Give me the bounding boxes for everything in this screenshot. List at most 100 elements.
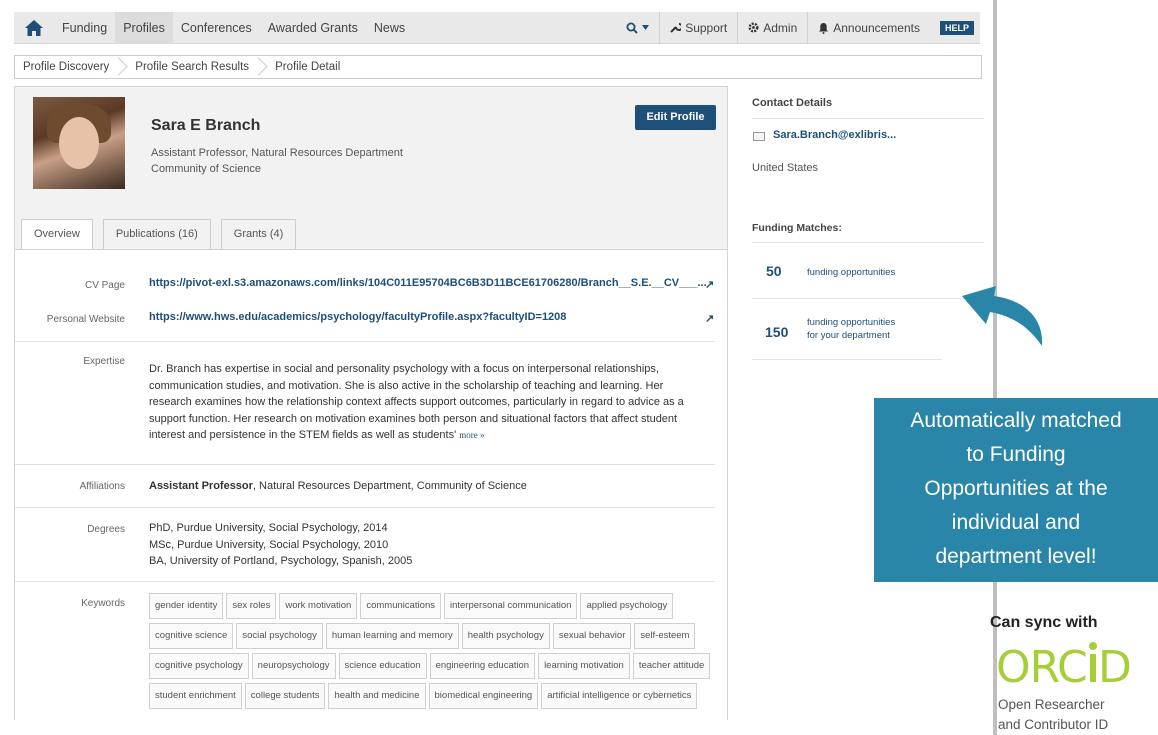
external-link-icon[interactable]: ↗ [705,312,714,325]
keyword-tag[interactable]: artificial intelligence or cybernetics [541,683,698,709]
breadcrumb-profile-search-results[interactable]: Profile Search Results [127,56,257,78]
home-icon[interactable] [14,12,54,44]
keyword-tag[interactable]: interpersonal communication [443,593,578,619]
keyword-tag[interactable]: cognitive science [149,623,234,649]
overview-content: CV Page https://pivot-exl.s3.amazonaws.c… [15,249,727,609]
admin-label: Admin [763,20,798,35]
tab-publications[interactable]: Publications (16) [102,219,211,249]
tab-overview[interactable]: Overview [21,219,93,250]
callout-line: to Funding [966,443,1066,466]
breadcrumb-profile-detail: Profile Detail [275,61,341,73]
cv-link[interactable]: https://pivot-exl.s3.amazonaws.com/links… [149,277,707,289]
match-text-department[interactable]: funding opportunities for your departmen… [807,316,895,342]
search-menu[interactable] [616,12,659,44]
keyword-tag[interactable]: biomedical engineering [428,683,539,709]
divider [752,242,984,243]
match-text-individual[interactable]: funding opportunities [807,266,895,279]
degrees-list: PhD, Purdue University, Social Psycholog… [149,520,699,570]
keyword-row: student enrichment college students heal… [149,683,717,709]
orcid-subtitle-line: Open Researcher [998,697,1105,712]
degrees-label: Degrees [87,524,125,535]
affiliation-text: Assistant Professor, Natural Resources D… [149,478,699,495]
keyword-tag[interactable]: social psychology [236,623,323,649]
nav-funding[interactable]: Funding [54,12,115,44]
expertise-line: research examines how the relationship c… [149,396,684,408]
match-text-line: funding opportunities [807,317,896,328]
bell-icon [819,22,829,34]
keyword-tag[interactable]: health and medicine [328,683,426,709]
affiliation-rest: , Natural Resources Department, Communit… [252,480,527,492]
nav-profiles[interactable]: Profiles [115,11,173,44]
orcid-subtitle-line: and Contributor ID [998,717,1109,732]
profile-panel: Sara E Branch Assistant Professor, Natur… [14,86,728,720]
support-link[interactable]: Support [659,11,737,44]
profile-subtitle: Assistant Professor, Natural Resources D… [151,145,403,177]
keyword-tag[interactable]: college students [244,683,326,709]
callout-line: Automatically matched [910,409,1122,432]
gear-icon [748,22,759,33]
nav-conferences[interactable]: Conferences [173,12,260,44]
edit-profile-button[interactable]: Edit Profile [635,105,716,130]
keyword-tag[interactable]: self-esteem [634,623,696,649]
profile-organization: Community of Science [151,163,262,175]
profile-header: Sara E Branch Assistant Professor, Natur… [15,87,727,250]
affiliation-title: Assistant Professor [149,480,253,492]
keyword-tag[interactable]: sex roles [226,593,277,619]
nav-news[interactable]: News [366,12,413,44]
match-count-department[interactable]: 150 [765,324,788,340]
external-link-icon[interactable]: ↗ [705,278,714,291]
orcid-subtitle: Open Researcher and Contributor ID [998,695,1108,735]
keyword-tag[interactable]: science education [338,653,427,679]
breadcrumb-profile-discovery[interactable]: Profile Discovery [15,56,117,78]
affiliations-label: Affiliations [79,481,125,492]
match-text-line: for your department [807,330,890,341]
tab-grants[interactable]: Grants (4) [220,219,297,249]
top-navigation: Funding Profiles Conferences Awarded Gra… [14,11,980,44]
help-button[interactable]: HELP [939,20,974,35]
chevron-down-icon [642,25,650,30]
profile-tabs: Overview Publications (16) Grants (4) [21,216,297,250]
keyword-tag[interactable]: sexual behavior [552,623,632,649]
expertise-text: Dr. Branch has expertise in social and p… [149,361,699,444]
expertise-line: support function. Her research on motiva… [149,412,678,425]
keyword-tag[interactable]: communications [360,593,441,619]
keyword-tag[interactable]: applied psychology [580,593,674,619]
svg-text:ORC: ORC [996,642,1087,690]
nav-awarded-grants[interactable]: Awarded Grants [260,12,366,44]
avatar [33,97,125,189]
keyword-tag[interactable]: neuropsychology [251,653,336,679]
keyword-row: cognitive science social psychology huma… [149,623,717,649]
avatar-face [59,117,99,169]
keyword-tag[interactable]: work motivation [279,593,358,619]
keyword-tag[interactable]: health psychology [461,623,550,649]
degree-item: MSc, Purdue University, Social Psycholog… [149,538,389,551]
profile-name: Sara E Branch [151,117,261,134]
keyword-tag[interactable]: teacher attitude [632,653,711,679]
divider [15,581,715,582]
breadcrumb-separator [257,56,267,78]
expertise-label: Expertise [83,356,125,367]
keyword-tag[interactable]: gender identity [149,593,224,619]
keyword-tag[interactable]: engineering education [429,653,536,679]
callout-line: individual and [951,511,1081,534]
website-label: Personal Website [46,314,125,325]
callout-line: Opportunities at the [924,477,1108,500]
country-text: United States [752,162,819,174]
curved-arrow-icon [962,286,1043,346]
breadcrumb: Profile Discovery Profile Search Results… [14,55,982,79]
sync-text: Can sync with [990,614,1098,631]
admin-link[interactable]: Admin [737,11,807,44]
keyword-tag[interactable]: student enrichment [149,683,242,709]
funding-matches-title: Funding Matches: [752,222,842,234]
website-link[interactable]: https://www.hws.edu/academics/psychology… [149,311,566,323]
keyword-tag[interactable]: cognitive psychology [149,653,249,679]
announcements-link[interactable]: Announcements [807,11,930,44]
contact-sidebar: Contact Details Sara.Branch@exlibris... … [738,86,984,376]
more-link[interactable]: more » [459,430,484,440]
keywords-label: Keywords [81,598,125,609]
keyword-tag[interactable]: learning motivation [538,653,630,679]
keyword-tag[interactable]: human learning and memory [325,623,459,649]
expertise-line: Dr. Branch has expertise in social and p… [149,363,659,375]
email-link[interactable]: Sara.Branch@exlibris... [773,129,896,141]
match-count-individual[interactable]: 50 [766,263,782,279]
